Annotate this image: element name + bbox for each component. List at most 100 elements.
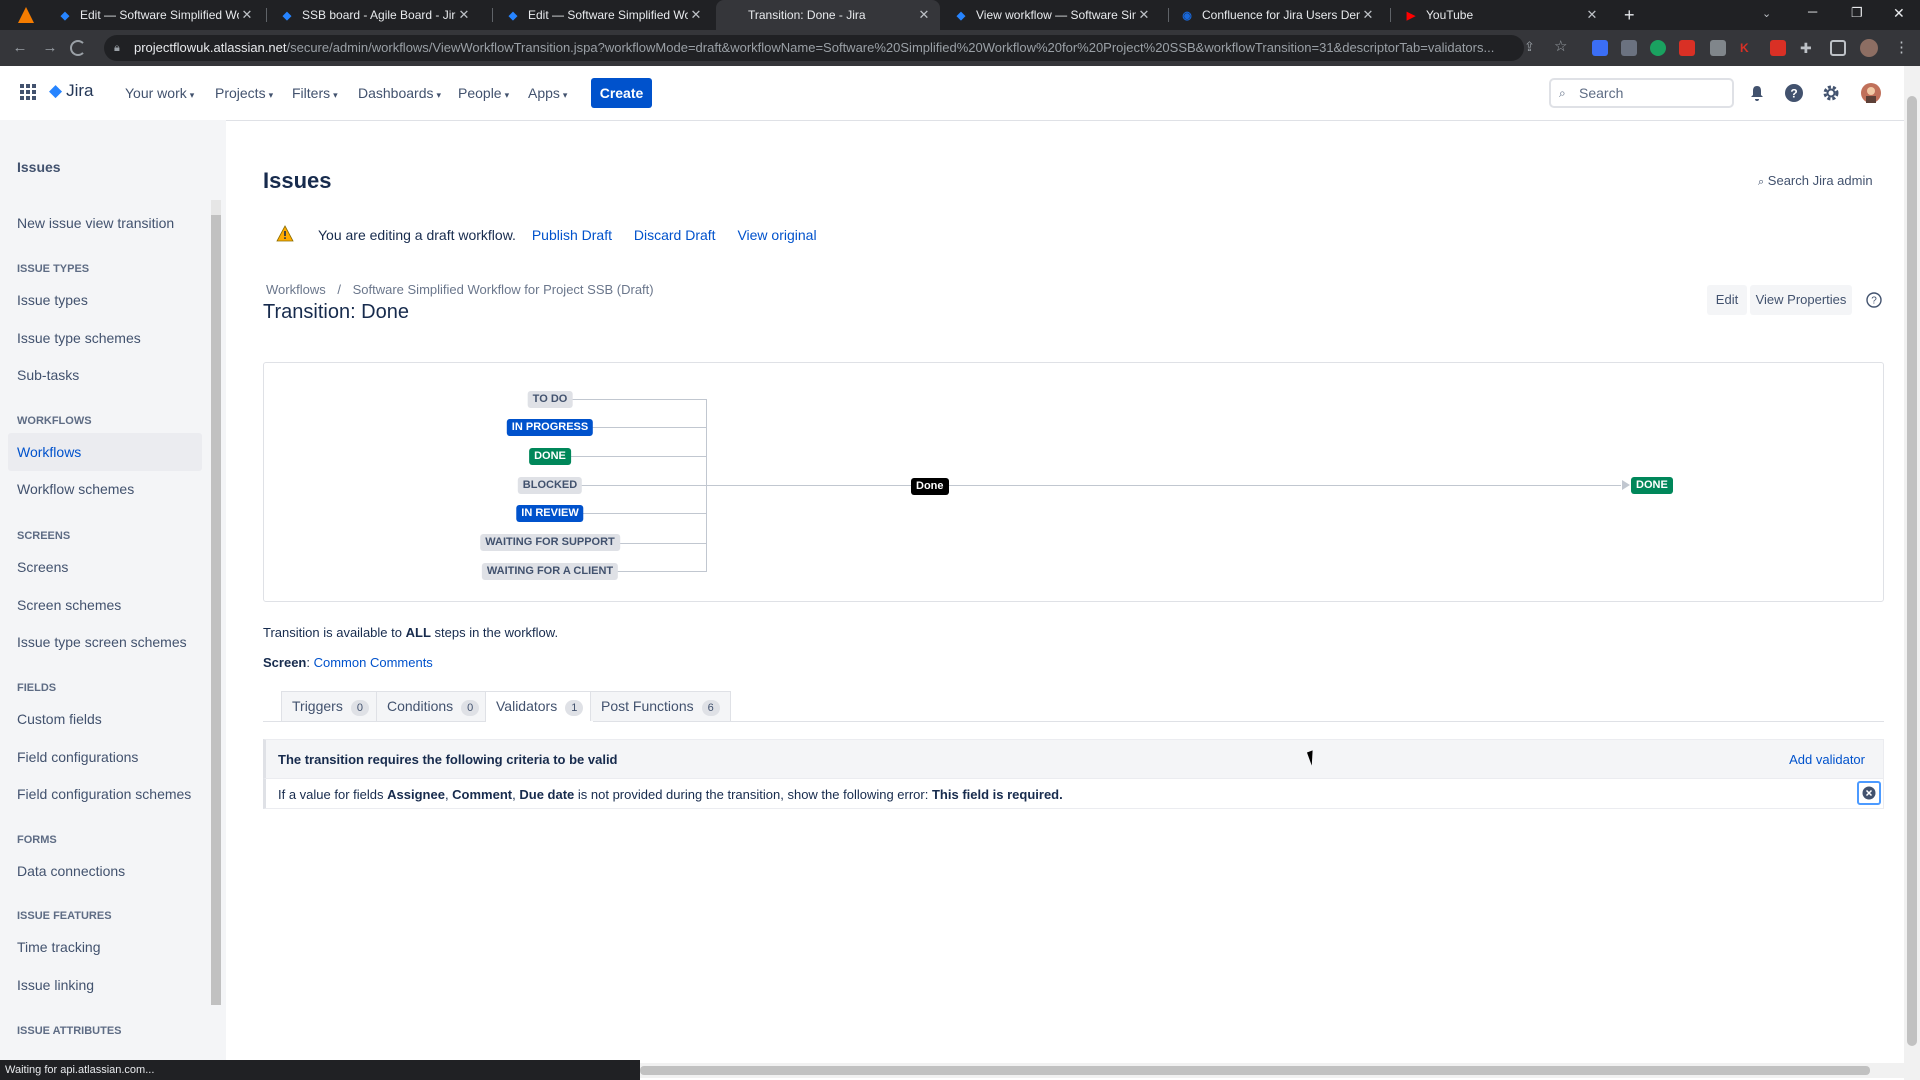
sidebar-item-custom-fields[interactable]: Custom fields bbox=[17, 711, 102, 727]
forward-icon[interactable]: → bbox=[40, 38, 60, 58]
close-icon[interactable]: ✕ bbox=[1136, 7, 1152, 23]
close-icon[interactable]: ✕ bbox=[239, 7, 255, 23]
availability-pre: Transition is available to bbox=[263, 625, 402, 640]
extension-icon[interactable] bbox=[1770, 40, 1786, 56]
new-tab-icon[interactable]: + bbox=[1624, 5, 1635, 26]
profile-avatar-icon[interactable] bbox=[1860, 39, 1878, 57]
sidebar-item-data-connections[interactable]: Data connections bbox=[17, 863, 125, 879]
nav-people[interactable]: People ▾ bbox=[458, 85, 509, 101]
notifications-icon[interactable] bbox=[1745, 81, 1769, 105]
tab-validators[interactable]: Validators 1 bbox=[485, 691, 595, 722]
share-icon[interactable]: ⇪ bbox=[1524, 39, 1535, 55]
create-button[interactable]: Create bbox=[591, 78, 652, 108]
sidebar-item-screens[interactable]: Screens bbox=[17, 559, 68, 575]
sidebar-scrollbar[interactable] bbox=[211, 215, 221, 1005]
close-icon[interactable]: ✕ bbox=[916, 7, 932, 23]
add-validator-link[interactable]: Add validator bbox=[1789, 752, 1865, 767]
vertical-scrollbar[interactable] bbox=[1904, 66, 1920, 1080]
browser-tab-active[interactable]: Transition: Done - Jira ✕ bbox=[716, 0, 940, 30]
extension-icon[interactable] bbox=[1621, 40, 1637, 56]
search-input[interactable]: ⌕ Search bbox=[1549, 78, 1734, 108]
browser-tab[interactable]: ◆ Edit — Software Simplified Work ✕ bbox=[496, 0, 712, 30]
sidebar-item-time-tracking[interactable]: Time tracking bbox=[17, 939, 101, 955]
sidebar-item-issue-types[interactable]: Issue types bbox=[17, 292, 88, 308]
extension-icon[interactable] bbox=[1679, 40, 1695, 56]
sidebar-item-issue-linking[interactable]: Issue linking bbox=[17, 977, 94, 993]
close-icon[interactable]: ✕ bbox=[1360, 7, 1376, 23]
jira-logo[interactable]: ◆ Jira bbox=[49, 81, 93, 101]
nav-filters[interactable]: Filters ▾ bbox=[292, 85, 338, 101]
delete-validator-button[interactable] bbox=[1857, 781, 1881, 805]
tab-search-icon[interactable]: ⌄ bbox=[1762, 7, 1771, 20]
address-bar[interactable]: 🔒︎ projectflowuk.atlassian.net/secure/ad… bbox=[104, 35, 1524, 61]
breadcrumb: Workflows / Software Simplified Workflow… bbox=[266, 282, 654, 297]
sidebar-item-field-configuration-schemes[interactable]: Field configuration schemes bbox=[17, 786, 191, 802]
browser-tab[interactable]: ◆ Edit — Software Simplified Work ✕ bbox=[48, 0, 263, 30]
help-circle-icon[interactable]: ? bbox=[1866, 292, 1882, 308]
settings-gear-icon[interactable] bbox=[1819, 81, 1843, 105]
nav-your-work[interactable]: Your work ▾ bbox=[125, 85, 194, 101]
horizontal-scroll-thumb[interactable] bbox=[640, 1066, 1870, 1075]
vertical-scroll-thumb[interactable] bbox=[1907, 96, 1917, 1046]
side-panel-icon[interactable] bbox=[1830, 40, 1846, 56]
sidebar-item-workflow-schemes[interactable]: Workflow schemes bbox=[17, 481, 134, 497]
browser-menu-kebab-icon[interactable]: ⋮ bbox=[1894, 38, 1909, 56]
sidebar-item-issue-type-screen-schemes[interactable]: Issue type screen schemes bbox=[17, 634, 187, 650]
horizontal-scrollbar[interactable] bbox=[640, 1063, 1904, 1078]
chevron-down-icon: ▾ bbox=[268, 90, 274, 100]
main-content: Issues ⌕ Search Jira admin You are editi… bbox=[226, 120, 1904, 1060]
help-icon[interactable]: ? bbox=[1782, 81, 1806, 105]
tab-triggers[interactable]: Triggers 0 bbox=[281, 691, 380, 721]
user-avatar[interactable] bbox=[1859, 81, 1883, 105]
browser-toolbar: ← → 🔒︎ projectflowuk.atlassian.net/secur… bbox=[0, 30, 1920, 66]
sidebar-item-issue-type-schemes[interactable]: Issue type schemes bbox=[17, 330, 141, 346]
edit-button[interactable]: Edit bbox=[1707, 285, 1747, 315]
sidebar-item-sub-tasks[interactable]: Sub-tasks bbox=[17, 367, 79, 383]
connector-line bbox=[571, 485, 1621, 486]
connector-line bbox=[571, 513, 706, 514]
window-close-icon[interactable]: ✕ bbox=[1893, 5, 1905, 22]
extension-icon[interactable] bbox=[1650, 40, 1666, 56]
extension-icon[interactable] bbox=[1710, 40, 1726, 56]
view-properties-button[interactable]: View Properties bbox=[1750, 285, 1852, 315]
screen-link[interactable]: Common Comments bbox=[314, 655, 433, 670]
discard-draft-link[interactable]: Discard Draft bbox=[634, 227, 716, 243]
sidebar-title: Issues bbox=[17, 159, 61, 175]
status-lozenge-done: DONE bbox=[529, 448, 571, 465]
sidebar-item-screen-schemes[interactable]: Screen schemes bbox=[17, 597, 121, 613]
tab-conditions[interactable]: Conditions 0 bbox=[376, 691, 491, 721]
close-icon[interactable]: ✕ bbox=[1584, 7, 1600, 23]
sidebar-section-heading: ISSUE FEATURES bbox=[17, 910, 112, 922]
extension-icon[interactable] bbox=[1592, 40, 1608, 56]
browser-tab[interactable]: ▶ YouTube ✕ bbox=[1394, 0, 1608, 30]
status-lozenge-to-do: TO DO bbox=[527, 391, 573, 408]
search-icon: ⌕ bbox=[1758, 176, 1765, 188]
browser-tab[interactable]: ◆ View workflow — Software Simpl ✕ bbox=[944, 0, 1160, 30]
close-icon[interactable]: ✕ bbox=[688, 7, 704, 23]
back-icon[interactable]: ← bbox=[10, 38, 30, 58]
extensions-puzzle-icon[interactable]: ✚ bbox=[1800, 40, 1816, 56]
nav-projects[interactable]: Projects ▾ bbox=[215, 85, 273, 101]
sidebar-item-new-issue-view-transition[interactable]: New issue view transition bbox=[17, 215, 174, 231]
tab-title: SSB board - Agile Board - Jira bbox=[302, 8, 456, 22]
minimize-icon[interactable]: ─ bbox=[1808, 4, 1817, 19]
publish-draft-link[interactable]: Publish Draft bbox=[532, 227, 612, 243]
restore-icon[interactable]: ❐ bbox=[1851, 5, 1863, 21]
extension-icon[interactable]: K bbox=[1740, 40, 1756, 56]
browser-menu-icon[interactable] bbox=[18, 7, 34, 23]
app-switcher-icon[interactable] bbox=[20, 84, 36, 100]
browser-tab[interactable]: ◆ SSB board - Agile Board - Jira ✕ bbox=[270, 0, 480, 30]
search-jira-admin-link[interactable]: ⌕ Search Jira admin bbox=[1758, 173, 1873, 189]
breadcrumb-workflows[interactable]: Workflows bbox=[266, 282, 326, 297]
sidebar-item-workflows[interactable]: Workflows bbox=[17, 444, 81, 460]
tab-post-functions[interactable]: Post Functions 6 bbox=[590, 691, 731, 721]
breadcrumb-workflow-draft[interactable]: Software Simplified Workflow for Project… bbox=[353, 282, 654, 297]
nav-dashboards[interactable]: Dashboards ▾ bbox=[358, 85, 441, 101]
sidebar-item-field-configurations[interactable]: Field configurations bbox=[17, 749, 138, 765]
close-icon[interactable]: ✕ bbox=[456, 7, 472, 23]
jira-icon: ◆ bbox=[282, 9, 292, 22]
view-original-link[interactable]: View original bbox=[737, 227, 816, 243]
nav-apps[interactable]: Apps ▾ bbox=[528, 85, 567, 101]
browser-tab[interactable]: ◉ Confluence for Jira Users Demo \ ✕ bbox=[1170, 0, 1384, 30]
bookmark-star-icon[interactable]: ☆ bbox=[1554, 37, 1567, 55]
